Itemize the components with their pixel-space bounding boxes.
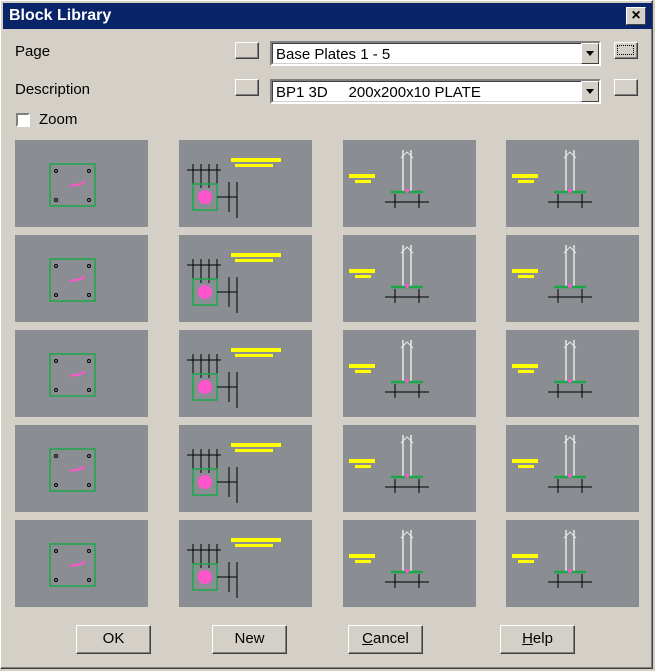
description-next-button[interactable] — [614, 79, 638, 96]
ok-button-label: OK — [102, 630, 125, 647]
window-title: Block Library — [9, 7, 112, 24]
block-thumbnail-plan[interactable] — [15, 235, 148, 322]
description-combo[interactable]: BP1 3D 200x200x10 PLATE — [270, 79, 601, 104]
close-button[interactable]: × — [626, 7, 646, 25]
help-button[interactable]: Help — [500, 625, 575, 654]
help-mnemonic: H — [522, 630, 533, 647]
block-thumbnail-section[interactable] — [179, 520, 312, 607]
description-label: Description — [15, 81, 91, 98]
block-preview-drawing — [512, 245, 592, 303]
title-bar: Block Library × — [3, 3, 652, 29]
block-preview-drawing — [49, 163, 96, 207]
block-thumbnail-plan[interactable] — [15, 425, 148, 512]
block-preview-drawing — [512, 150, 592, 208]
block-thumbnail-elev[interactable] — [343, 330, 476, 417]
block-preview-drawing — [349, 530, 429, 588]
block-preview-drawing — [187, 443, 281, 503]
block-preview-drawing — [349, 435, 429, 493]
block-preview-drawing — [349, 150, 429, 208]
block-preview-drawing — [512, 530, 592, 588]
block-thumbnail-plan[interactable] — [15, 520, 148, 607]
block-preview-drawing — [349, 245, 429, 303]
page-combo-value: Base Plates 1 - 5 — [276, 46, 391, 63]
zoom-checkbox[interactable] — [16, 113, 30, 127]
block-thumbnail-elev[interactable] — [506, 330, 639, 417]
zoom-label: Zoom — [39, 111, 78, 128]
block-preview-drawing — [187, 348, 281, 408]
block-preview-drawing — [49, 353, 96, 397]
block-thumbnail-elev[interactable] — [343, 425, 476, 512]
block-thumbnail-plan[interactable] — [15, 330, 148, 417]
help-button-label: elp — [532, 630, 553, 647]
block-thumbnail-plan[interactable] — [15, 140, 148, 227]
block-thumbnail-elev[interactable] — [506, 425, 639, 512]
block-preview-drawing — [512, 435, 592, 493]
cancel-mnemonic: C — [362, 630, 373, 647]
page-next-button[interactable] — [614, 42, 638, 59]
block-preview-drawing — [512, 340, 592, 398]
page-prev-button[interactable] — [235, 42, 259, 59]
block-thumbnail-elev[interactable] — [506, 520, 639, 607]
description-dropdown-arrow[interactable] — [581, 81, 599, 102]
page-combo[interactable]: Base Plates 1 - 5 — [270, 41, 601, 66]
block-thumbnail-elev[interactable] — [343, 235, 476, 322]
block-preview-drawing — [187, 253, 281, 313]
block-preview-drawing — [49, 543, 96, 587]
block-preview-drawing — [349, 340, 429, 398]
block-preview-drawing — [187, 158, 281, 218]
page-label: Page — [15, 43, 51, 60]
cancel-button-label: ancel — [372, 630, 409, 647]
description-combo-value: BP1 3D 200x200x10 PLATE — [276, 84, 481, 101]
block-preview-drawing — [187, 538, 281, 598]
ok-button[interactable]: OK — [76, 625, 151, 654]
block-thumbnail-section[interactable] — [179, 140, 312, 227]
block-library-dialog: Block Library × Page Base Plates 1 - 5 D… — [0, 0, 653, 669]
description-prev-button[interactable] — [235, 79, 259, 96]
cancel-button[interactable]: Cancel — [348, 625, 423, 654]
block-thumbnail-elev[interactable] — [343, 140, 476, 227]
block-thumbnail-elev[interactable] — [343, 520, 476, 607]
new-button[interactable]: New — [212, 625, 287, 654]
block-thumbnail-elev[interactable] — [506, 140, 639, 227]
new-button-label: New — [234, 630, 265, 647]
block-thumbnail-section[interactable] — [179, 425, 312, 512]
block-thumbnail-section[interactable] — [179, 235, 312, 322]
block-preview-drawing — [49, 448, 96, 492]
page-dropdown-arrow[interactable] — [581, 43, 599, 64]
block-thumbnail-section[interactable] — [179, 330, 312, 417]
block-thumbnail-elev[interactable] — [506, 235, 639, 322]
block-preview-drawing — [49, 258, 96, 302]
